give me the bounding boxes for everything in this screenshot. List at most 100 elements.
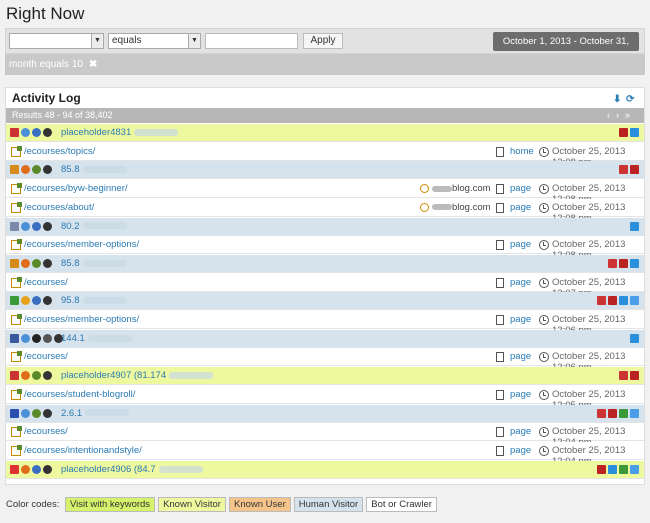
page-url-link[interactable]: /ecourses/topics/ <box>24 146 95 157</box>
action-icon[interactable] <box>608 408 617 418</box>
browser-os-icon <box>43 333 52 343</box>
action-icon[interactable] <box>619 296 628 306</box>
action-icon[interactable] <box>619 128 628 137</box>
next-page-icon[interactable]: › <box>616 110 625 120</box>
action-icon[interactable] <box>630 333 639 343</box>
remove-filter-icon[interactable]: ✖ <box>89 59 97 70</box>
content-type-link[interactable]: page <box>510 202 531 213</box>
document-icon <box>496 445 504 456</box>
visitor-link[interactable]: 95.8 <box>61 295 127 306</box>
download-icon[interactable]: ⬇ <box>613 95 623 105</box>
content-type-link[interactable]: page <box>510 183 531 194</box>
prev-page-icon[interactable]: ‹ <box>607 110 616 120</box>
action-icon[interactable] <box>630 464 639 474</box>
content-type-link[interactable]: page <box>510 239 531 250</box>
visitor-action-icons <box>628 221 639 232</box>
flag-icon <box>10 408 19 418</box>
page-url-link[interactable]: /ecourses/intentionandstyle/ <box>24 445 142 456</box>
external-link-icon[interactable] <box>11 145 22 157</box>
date-range-button[interactable]: October 1, 2013 - October 31, 2013 ▾ <box>493 32 639 66</box>
content-type-link[interactable]: page <box>510 445 531 456</box>
clock-icon <box>539 184 549 195</box>
last-page-icon[interactable]: » <box>625 110 636 120</box>
page-row: /ecourses/topics/homeOctober 25, 2013 12… <box>6 142 644 168</box>
document-icon <box>496 389 504 400</box>
flag-icon <box>10 165 19 175</box>
page-url-link[interactable]: /ecourses/ <box>24 426 68 437</box>
action-icon[interactable] <box>630 371 639 381</box>
visitor-link[interactable]: placeholder4907 (81.174 <box>61 370 214 381</box>
action-icon[interactable] <box>619 165 628 175</box>
page-url-link[interactable]: /ecourses/member-options/ <box>24 314 139 325</box>
content-type-link[interactable]: page <box>510 314 531 325</box>
visitor-link[interactable]: 144.1 <box>61 333 132 344</box>
flag-icon <box>10 258 19 268</box>
action-icon[interactable] <box>608 464 617 474</box>
referrer-icon <box>420 184 429 194</box>
content-type-link[interactable]: page <box>510 351 531 362</box>
legend-chip: Bot or Crawler <box>366 497 437 512</box>
browser-os-icon <box>21 464 30 474</box>
content-type-link[interactable]: home <box>510 146 534 157</box>
action-icon[interactable] <box>630 258 639 268</box>
visitor-icons <box>10 464 54 475</box>
content-type-link[interactable]: page <box>510 277 531 288</box>
browser-os-icon <box>32 258 41 268</box>
page-url-link[interactable]: /ecourses/ <box>24 277 68 288</box>
refresh-icon[interactable]: ⟳ <box>626 95 636 105</box>
browser-os-icon <box>43 258 52 268</box>
page-row: /ecourses/byw-beginner/blog.com page Octob… <box>6 180 644 205</box>
visitor-icons <box>10 333 65 344</box>
external-link-icon[interactable] <box>11 388 22 400</box>
document-icon <box>496 352 504 363</box>
action-icon[interactable] <box>597 296 606 306</box>
filter-operator-select[interactable]: equals ▼ <box>108 33 201 49</box>
content-type-link[interactable]: page <box>510 389 531 400</box>
action-icon[interactable] <box>619 408 628 418</box>
action-icon[interactable] <box>608 258 617 268</box>
document-icon <box>496 184 504 195</box>
clock-icon <box>539 352 549 363</box>
external-link-icon[interactable] <box>11 426 22 438</box>
visitor-link[interactable]: placeholder4906 (84.7 <box>61 464 203 475</box>
referrer-domain: blog.com <box>452 201 491 213</box>
visitor-link[interactable]: 85.8 <box>61 164 127 175</box>
action-icon[interactable] <box>597 408 606 418</box>
filter-value-input[interactable] <box>205 33 298 49</box>
action-icon[interactable] <box>597 464 606 474</box>
external-link-icon[interactable] <box>11 314 22 325</box>
external-link-icon[interactable] <box>11 201 22 213</box>
action-icon[interactable] <box>630 221 639 231</box>
visitor-link[interactable]: placeholder4831 <box>61 127 179 138</box>
page-url-link[interactable]: /ecourses/member-options/ <box>24 239 139 250</box>
external-link-icon[interactable] <box>11 183 22 195</box>
filter-field-select[interactable]: ▼ <box>9 33 104 49</box>
visitor-action-icons <box>606 258 639 269</box>
action-icon[interactable] <box>619 258 628 268</box>
clock-icon <box>539 277 549 288</box>
external-link-icon[interactable] <box>11 351 22 363</box>
action-icon[interactable] <box>630 296 639 306</box>
action-icon[interactable] <box>608 296 617 306</box>
browser-os-icon <box>43 128 52 137</box>
action-icon[interactable] <box>630 128 639 137</box>
external-link-icon[interactable] <box>11 239 22 251</box>
page-url-link[interactable]: /ecourses/ <box>24 351 68 362</box>
browser-os-icon <box>32 371 41 381</box>
page-url-link[interactable]: /ecourses/about/ <box>24 202 94 213</box>
action-icon[interactable] <box>619 464 628 474</box>
apply-button[interactable]: Apply <box>303 33 343 49</box>
visitor-link[interactable]: 2.6.1 <box>61 408 130 419</box>
external-link-icon[interactable] <box>11 444 22 456</box>
page-url-link[interactable]: /ecourses/byw-beginner/ <box>24 183 128 194</box>
content-type-link[interactable]: page <box>510 426 531 437</box>
visitor-link[interactable]: 80.2 <box>61 221 127 232</box>
page-url-link[interactable]: /ecourses/student-blogroll/ <box>24 389 135 400</box>
page-row: /ecourses/student-blogroll/page October 2… <box>6 385 644 411</box>
visitor-action-icons <box>595 408 639 419</box>
external-link-icon[interactable] <box>11 276 22 288</box>
action-icon[interactable] <box>630 408 639 418</box>
action-icon[interactable] <box>630 165 639 175</box>
action-icon[interactable] <box>619 371 628 381</box>
visitor-link[interactable]: 85.8 <box>61 258 127 269</box>
